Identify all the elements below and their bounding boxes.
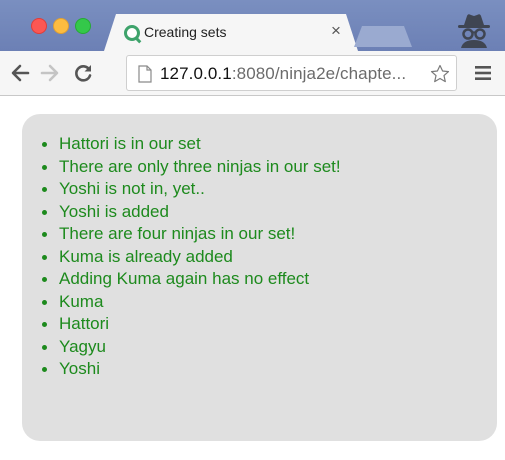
bookmark-star-icon[interactable] <box>430 64 450 84</box>
minimize-window-button[interactable] <box>53 18 69 34</box>
incognito-icon <box>458 14 490 48</box>
url-text: 127.0.0.1:8080/ninja2e/chapte... <box>160 64 406 84</box>
window-titlebar: Creating sets × <box>0 0 505 51</box>
browser-toolbar: 127.0.0.1:8080/ninja2e/chapte... <box>0 51 505 96</box>
tab-close-button[interactable]: × <box>329 22 343 39</box>
url-path: :8080/ninja2e/chapte... <box>231 64 407 83</box>
forward-arrow-icon[interactable] <box>39 62 61 84</box>
list-item: Kuma <box>40 291 341 314</box>
results-list: Hattori is in our set There are only thr… <box>40 133 341 381</box>
list-item: Hattori <box>40 313 341 336</box>
list-item: Kuma is already added <box>40 246 341 269</box>
results-panel: Hattori is in our set There are only thr… <box>22 114 497 441</box>
list-item: Adding Kuma again has no effect <box>40 268 341 291</box>
list-item: Yoshi is not in, yet.. <box>40 178 341 201</box>
list-item: Yoshi <box>40 358 341 381</box>
list-item: There are four ninjas in our set! <box>40 223 341 246</box>
address-bar[interactable]: 127.0.0.1:8080/ninja2e/chapte... <box>126 55 457 91</box>
page-icon <box>138 65 152 83</box>
tab-creating-sets[interactable]: Creating sets × <box>104 14 358 51</box>
list-item: Yagyu <box>40 336 341 359</box>
loading-spinner-icon <box>124 25 140 41</box>
back-arrow-icon[interactable] <box>9 62 31 84</box>
tab-title: Creating sets <box>144 24 227 40</box>
close-window-button[interactable] <box>31 18 47 34</box>
menu-icon[interactable] <box>474 64 492 82</box>
url-host: 127.0.0.1 <box>160 64 232 83</box>
reload-icon[interactable] <box>72 62 94 84</box>
list-item: There are only three ninjas in our set! <box>40 156 341 179</box>
list-item: Yoshi is added <box>40 201 341 224</box>
maximize-window-button[interactable] <box>75 18 91 34</box>
list-item: Hattori is in our set <box>40 133 341 156</box>
new-tab-button[interactable] <box>354 26 412 47</box>
